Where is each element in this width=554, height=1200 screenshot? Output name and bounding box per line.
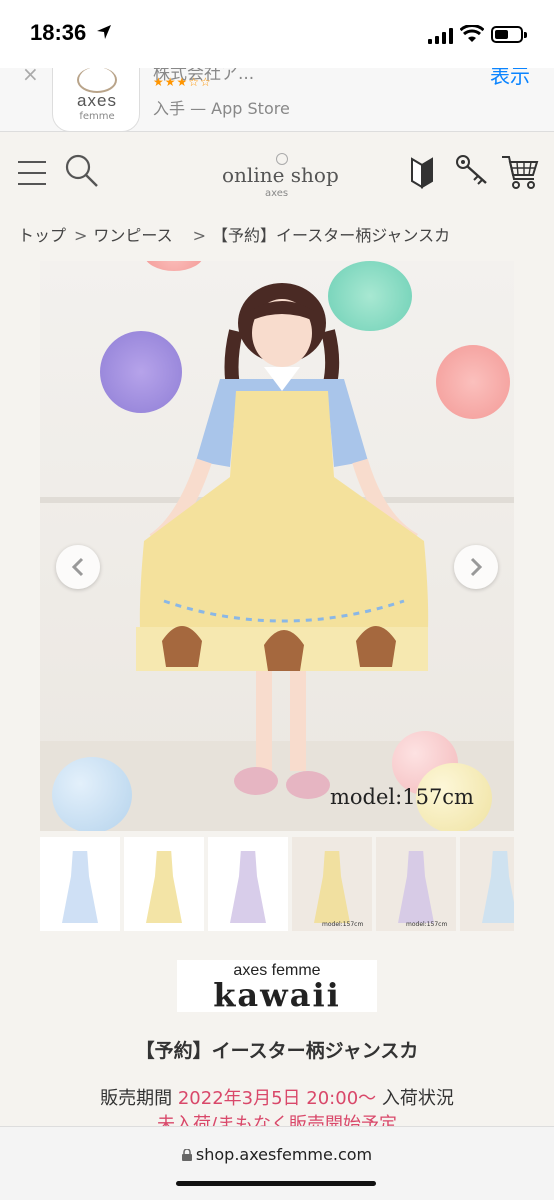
thumb-caption: model:157cm [322, 921, 364, 928]
app-logo-mark [77, 68, 117, 93]
app-icon-text: axes [77, 91, 117, 110]
app-rating-stars: ★★★☆☆ [153, 75, 212, 89]
dress-swatch [398, 851, 434, 923]
status-bar: 18:36 [0, 0, 554, 68]
stock-status-label: 入荷状況 [381, 1088, 454, 1109]
thumb-caption: model:157cm [406, 921, 448, 928]
dress-swatch [314, 851, 350, 923]
product-title: 【予約】イースター柄ジャンスカ [135, 1040, 419, 1062]
location-arrow-icon [97, 25, 111, 39]
breadcrumb: トップ > ワンピース > 【予約】イースター柄ジャンスカ [18, 222, 452, 246]
thumb-blue-dress[interactable] [40, 837, 120, 931]
login-key-icon[interactable] [454, 153, 490, 187]
cart-icon[interactable] [500, 151, 540, 191]
thumb-model-lavender[interactable]: model:157cm [376, 837, 456, 931]
model-height-caption: model:157cm [330, 785, 474, 809]
brand-badge[interactable]: axes femme kawaii [177, 960, 377, 1014]
breadcrumb-separator: > [74, 226, 88, 245]
breadcrumb-separator: > [192, 226, 207, 245]
browser-url-bar[interactable]: shop.axesfemme.com [0, 1126, 554, 1200]
thumbnail-strip: model:157cm model:157cm [40, 837, 514, 931]
wifi-icon [460, 25, 484, 42]
url-text: shop.axesfemme.com [195, 1145, 373, 1164]
dress-swatch [230, 851, 266, 923]
url-display[interactable]: shop.axesfemme.com [0, 1145, 554, 1164]
breadcrumb-category-link[interactable]: ワンピース [93, 226, 172, 245]
next-image-button[interactable] [454, 545, 498, 589]
hamburger-menu-icon[interactable] [18, 161, 46, 185]
clock: 18:36 [30, 20, 87, 45]
blue-balloon [52, 757, 132, 831]
dress-swatch [482, 851, 514, 923]
search-icon[interactable] [64, 153, 100, 189]
home-indicator[interactable] [176, 1181, 376, 1186]
pink-pompom-right [436, 345, 510, 419]
app-store-text: 入手 — App Store [153, 99, 290, 118]
battery-icon [491, 26, 527, 43]
banner-close-button[interactable]: × [22, 68, 39, 86]
chevron-right-icon [470, 557, 483, 577]
sale-period-label: 販売期間 [100, 1088, 173, 1109]
app-icon-subtext: femme [79, 111, 115, 122]
shop-logo-sub: axes [265, 188, 289, 199]
pink-pompom-top [144, 261, 204, 271]
screen: 18:36 × axes femme 株式会社ア... ★★★☆☆ 入手 — A… [0, 0, 554, 1200]
thumb-yellow-dress[interactable] [124, 837, 204, 931]
beginner-guide-icon[interactable] [410, 155, 434, 189]
prev-image-button[interactable] [56, 545, 100, 589]
view-app-button[interactable]: 表示 [490, 68, 530, 89]
product-main-image[interactable]: model:157cm [40, 261, 514, 831]
breadcrumb-home-link[interactable]: トップ [18, 226, 66, 245]
signal-icon [428, 28, 453, 44]
thumb-model-blue[interactable] [460, 837, 514, 931]
sale-period-line: 販売期間 2022年3月5日 20:00〜 入荷状況 [0, 1084, 554, 1110]
breadcrumb-current: 【予約】イースター柄ジャンスカ [212, 226, 451, 245]
chevron-left-icon [71, 557, 84, 577]
site-header: online shop axes [0, 133, 554, 215]
dress-swatch [146, 851, 182, 923]
shop-logo[interactable]: online shop [222, 163, 339, 187]
lock-icon [181, 1149, 192, 1161]
dress-swatch [62, 851, 98, 923]
sale-period-date: 2022年3月5日 20:00〜 [177, 1088, 377, 1109]
app-banner[interactable]: × axes femme 株式会社ア... ★★★☆☆ 入手 — App Sto… [0, 68, 554, 132]
thumb-lavender-dress[interactable] [208, 837, 288, 931]
model-figure [136, 283, 429, 799]
brand-line-kawaii: kawaii [213, 976, 341, 1014]
thumb-model-yellow[interactable]: model:157cm [292, 837, 372, 931]
app-icon[interactable]: axes femme [52, 68, 140, 131]
